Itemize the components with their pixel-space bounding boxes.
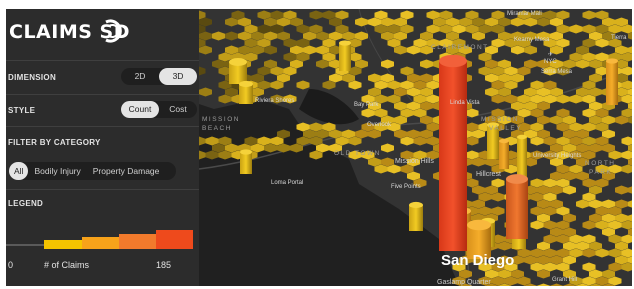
style-count-button[interactable]: Count [121, 101, 159, 118]
app-frame: CLAIMS SD DIMENSION 2D 3D STYLE Count Co… [6, 9, 632, 286]
label-mission-valley: MISSION [481, 116, 519, 123]
label-loma-portal: Loma Portal [271, 180, 303, 186]
pillar[interactable] [409, 201, 423, 231]
label-overlook: Overlook [367, 122, 392, 128]
legend-max: 185 [156, 260, 172, 270]
pillar-hillcrest-top [506, 174, 528, 184]
pillar[interactable] [606, 58, 618, 105]
divider [6, 94, 199, 95]
pillar-top [240, 149, 252, 155]
filter-all-button[interactable]: All [9, 162, 29, 180]
legend-bar-4 [156, 230, 193, 249]
pillar[interactable] [517, 134, 527, 177]
label-mission-beach: MISSION [202, 116, 240, 123]
dimension-3d-button[interactable]: 3D [159, 68, 197, 85]
pillar[interactable] [239, 80, 253, 104]
style-label: STYLE [8, 106, 36, 115]
dimension-toggle: 2D 3D [121, 68, 197, 85]
label-linda-vista: Linda Vista [450, 100, 480, 106]
pillar-body [339, 43, 351, 71]
pillar[interactable] [499, 138, 509, 169]
pillar-body [499, 141, 509, 169]
label-north-park-2: PARK [589, 169, 612, 176]
style-toggle: Count Cost [121, 101, 197, 118]
label-five-points: Five Points [391, 184, 421, 190]
pillar-top [606, 58, 618, 64]
pillar-hillcrest-body [506, 179, 528, 239]
label-university-heights: University Heights [533, 153, 581, 159]
label-kearny-mesa: Kearny Mesa [514, 37, 550, 43]
legend-label: LEGEND [8, 199, 44, 208]
label-bay-park: Bay Park [354, 102, 379, 108]
legend-bar-0 [6, 244, 44, 246]
pillar-top [467, 219, 491, 231]
control-panel: CLAIMS SD DIMENSION 2D 3D STYLE Count Co… [6, 9, 199, 286]
pillar-body [240, 152, 252, 174]
legend-bar-1 [44, 240, 82, 249]
pillar[interactable] [240, 149, 252, 174]
filter-bodily-injury-button[interactable]: Bodily Injury [28, 162, 86, 180]
label-mission-valley-2: VALLEY [489, 125, 522, 132]
divider [6, 126, 199, 127]
pillar-downtown-body [439, 61, 467, 251]
divider [6, 189, 199, 190]
category-filter: All Bodily Injury Property Damage [9, 162, 176, 180]
pillar-hillcrest[interactable] [506, 174, 528, 239]
legend-bar-3 [119, 234, 156, 249]
pillar-body [606, 61, 618, 105]
legend-bar-2 [82, 237, 119, 249]
pillar-downtown-top [439, 54, 467, 68]
pillar-top [517, 134, 527, 140]
pillar-top [229, 58, 247, 66]
label-grant-hill: Grant Hill [552, 277, 577, 283]
pillar-downtown[interactable] [439, 54, 467, 251]
dimension-2d-button[interactable]: 2D [121, 68, 159, 85]
label-north-park: NORTH [585, 160, 616, 167]
pillar-top [499, 138, 509, 144]
pillar[interactable] [229, 58, 247, 84]
divider [6, 60, 199, 61]
pillar-body [409, 205, 423, 231]
label-san-diego: San Diego [441, 252, 514, 269]
legend-caption: # of Claims [44, 260, 90, 270]
logo-arc-icon [105, 19, 122, 43]
pillar-body [517, 137, 527, 177]
pillar-top [239, 80, 253, 88]
legend-min: 0 [8, 260, 14, 270]
label-airport-icon: ✈ [548, 51, 553, 58]
label-clairemont: CLAIREMONT [431, 44, 489, 51]
pillar-top [339, 40, 351, 46]
map-canvas[interactable]: Miramar Mall Kearny Mesa Tierra NYC Serr… [199, 9, 632, 286]
label-tierra: Tierra [611, 35, 627, 41]
label-old-town: OLD TOWN [334, 150, 381, 157]
pillar[interactable] [339, 40, 351, 71]
label-mission-beach-2: BEACH [202, 125, 232, 132]
label-serra-mesa: Serra Mesa [541, 69, 573, 75]
dimension-label: DIMENSION [8, 73, 57, 82]
filter-property-damage-button[interactable]: Property Damage [87, 162, 166, 180]
label-nyc: NYC [544, 59, 557, 65]
label-gaslamp: Gaslamp Quarter [437, 279, 491, 286]
pillar-top [409, 201, 423, 209]
label-riviera-shores: Riviera Shores [255, 98, 294, 104]
label-mission-hills: Mission Hills [395, 158, 434, 165]
label-hillcrest: Hillcrest [476, 171, 501, 178]
style-cost-button[interactable]: Cost [159, 101, 197, 118]
filter-label: FILTER BY CATEGORY [8, 138, 101, 147]
label-miramar-mall: Miramar Mall [507, 11, 542, 17]
